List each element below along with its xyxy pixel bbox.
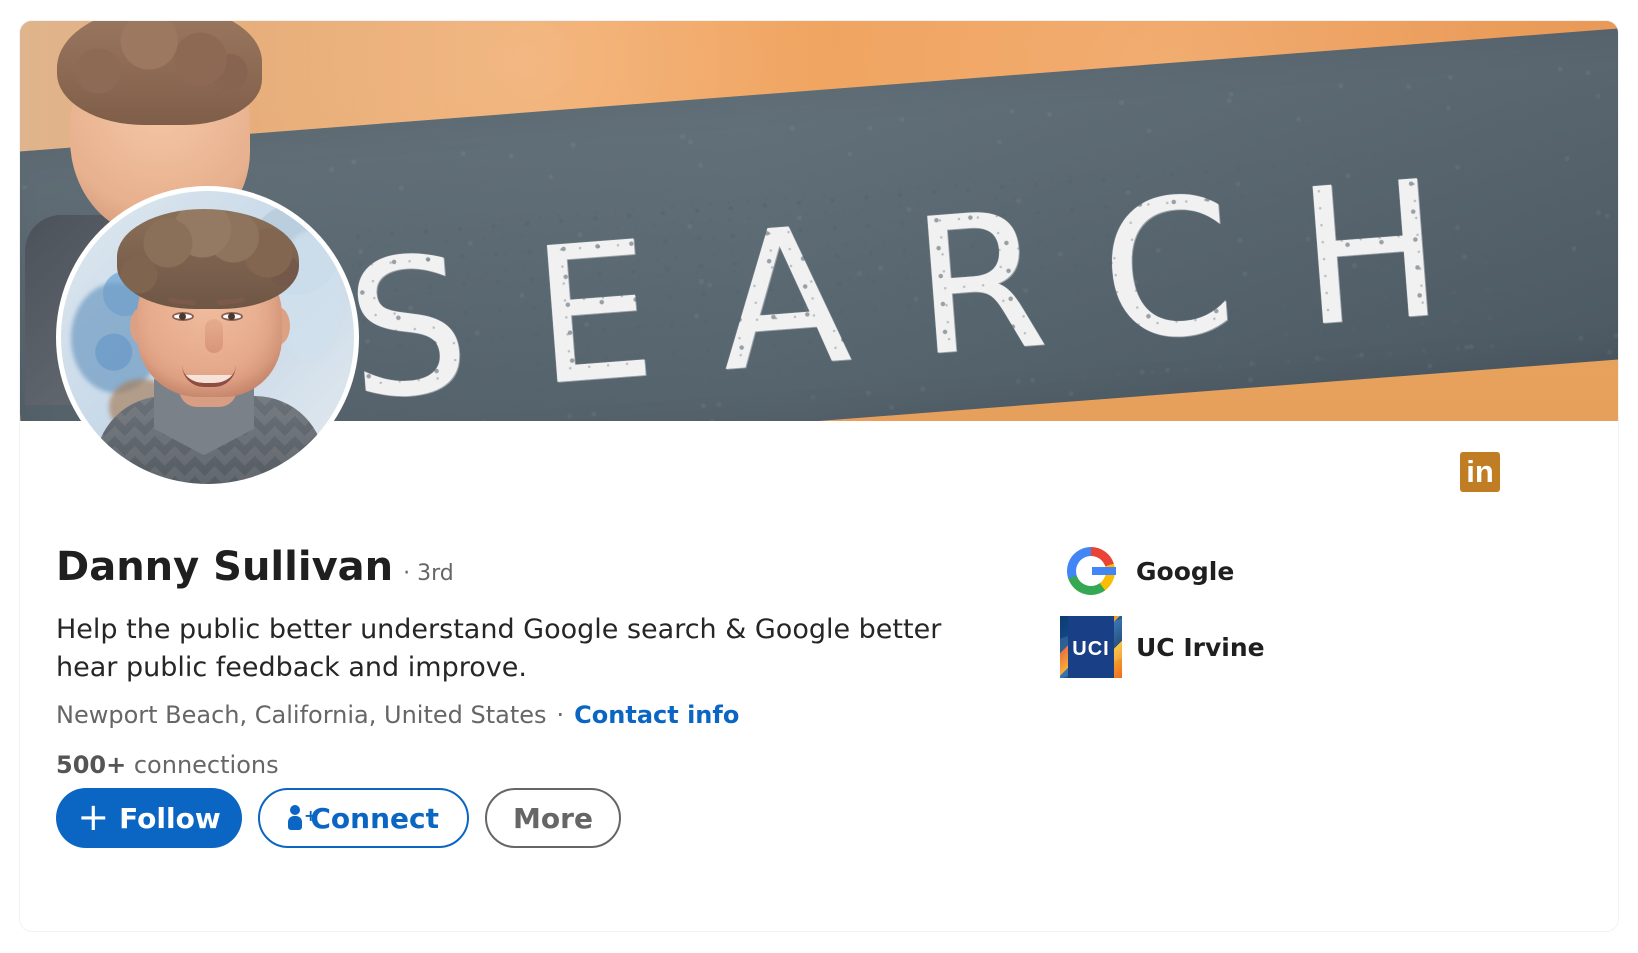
- profile-name: Danny Sullivan: [56, 544, 394, 590]
- company-name-uc-irvine: UC Irvine: [1136, 632, 1265, 662]
- linkedin-logo-icon: in: [1460, 452, 1500, 492]
- profile-avatar[interactable]: [61, 191, 354, 484]
- avatar-hair: [117, 209, 299, 309]
- google-logo-mark: [1067, 547, 1116, 595]
- experience-education-list: Google UCI UC Irvine: [1060, 540, 1360, 692]
- person-add-icon-plus: +: [304, 806, 318, 825]
- connections-label: connections: [133, 751, 279, 779]
- location-row: Newport Beach, California, United States…: [56, 701, 739, 729]
- company-item-uc-irvine[interactable]: UCI UC Irvine: [1060, 616, 1360, 678]
- follow-button[interactable]: + Follow: [56, 788, 242, 848]
- connection-degree: · 3rd: [403, 561, 454, 586]
- contact-info-link[interactable]: Contact info: [574, 701, 739, 729]
- avatar-nose: [205, 319, 223, 353]
- profile-avatar-frame[interactable]: [56, 186, 359, 489]
- profile-location: Newport Beach, California, United States: [56, 701, 547, 729]
- plus-icon: +: [77, 795, 110, 839]
- avatar-eye-left: [172, 312, 194, 321]
- connections-summary: 500+ connections: [56, 751, 279, 779]
- uci-logo-mark: UCI: [1060, 616, 1122, 678]
- location-separator: ·: [556, 701, 565, 729]
- person-add-icon: +: [288, 804, 317, 832]
- profile-headline: Help the public better understand Google…: [56, 614, 942, 683]
- follow-button-label: Follow: [119, 801, 221, 835]
- company-name-google: Google: [1136, 556, 1235, 586]
- connect-button[interactable]: + Connect: [258, 788, 469, 848]
- connections-count: 500+: [56, 751, 127, 779]
- person-add-icon-head: [290, 805, 300, 815]
- profile-name-row: Danny Sullivan · 3rd: [56, 544, 454, 590]
- uci-logo-text: UCI: [1068, 616, 1114, 678]
- connect-button-label: Connect: [310, 801, 439, 835]
- profile-actions: + Follow + Connect More: [56, 788, 621, 848]
- google-logo-icon: [1060, 540, 1122, 602]
- person-add-icon-body: [288, 816, 302, 830]
- avatar-eye-right: [221, 312, 243, 321]
- company-item-google[interactable]: Google: [1060, 540, 1360, 602]
- profile-card: SEARCH in Danny Sullivan · 3rd Help the …: [20, 21, 1618, 931]
- uci-logo-icon: UCI: [1060, 616, 1122, 678]
- more-button[interactable]: More: [485, 788, 621, 848]
